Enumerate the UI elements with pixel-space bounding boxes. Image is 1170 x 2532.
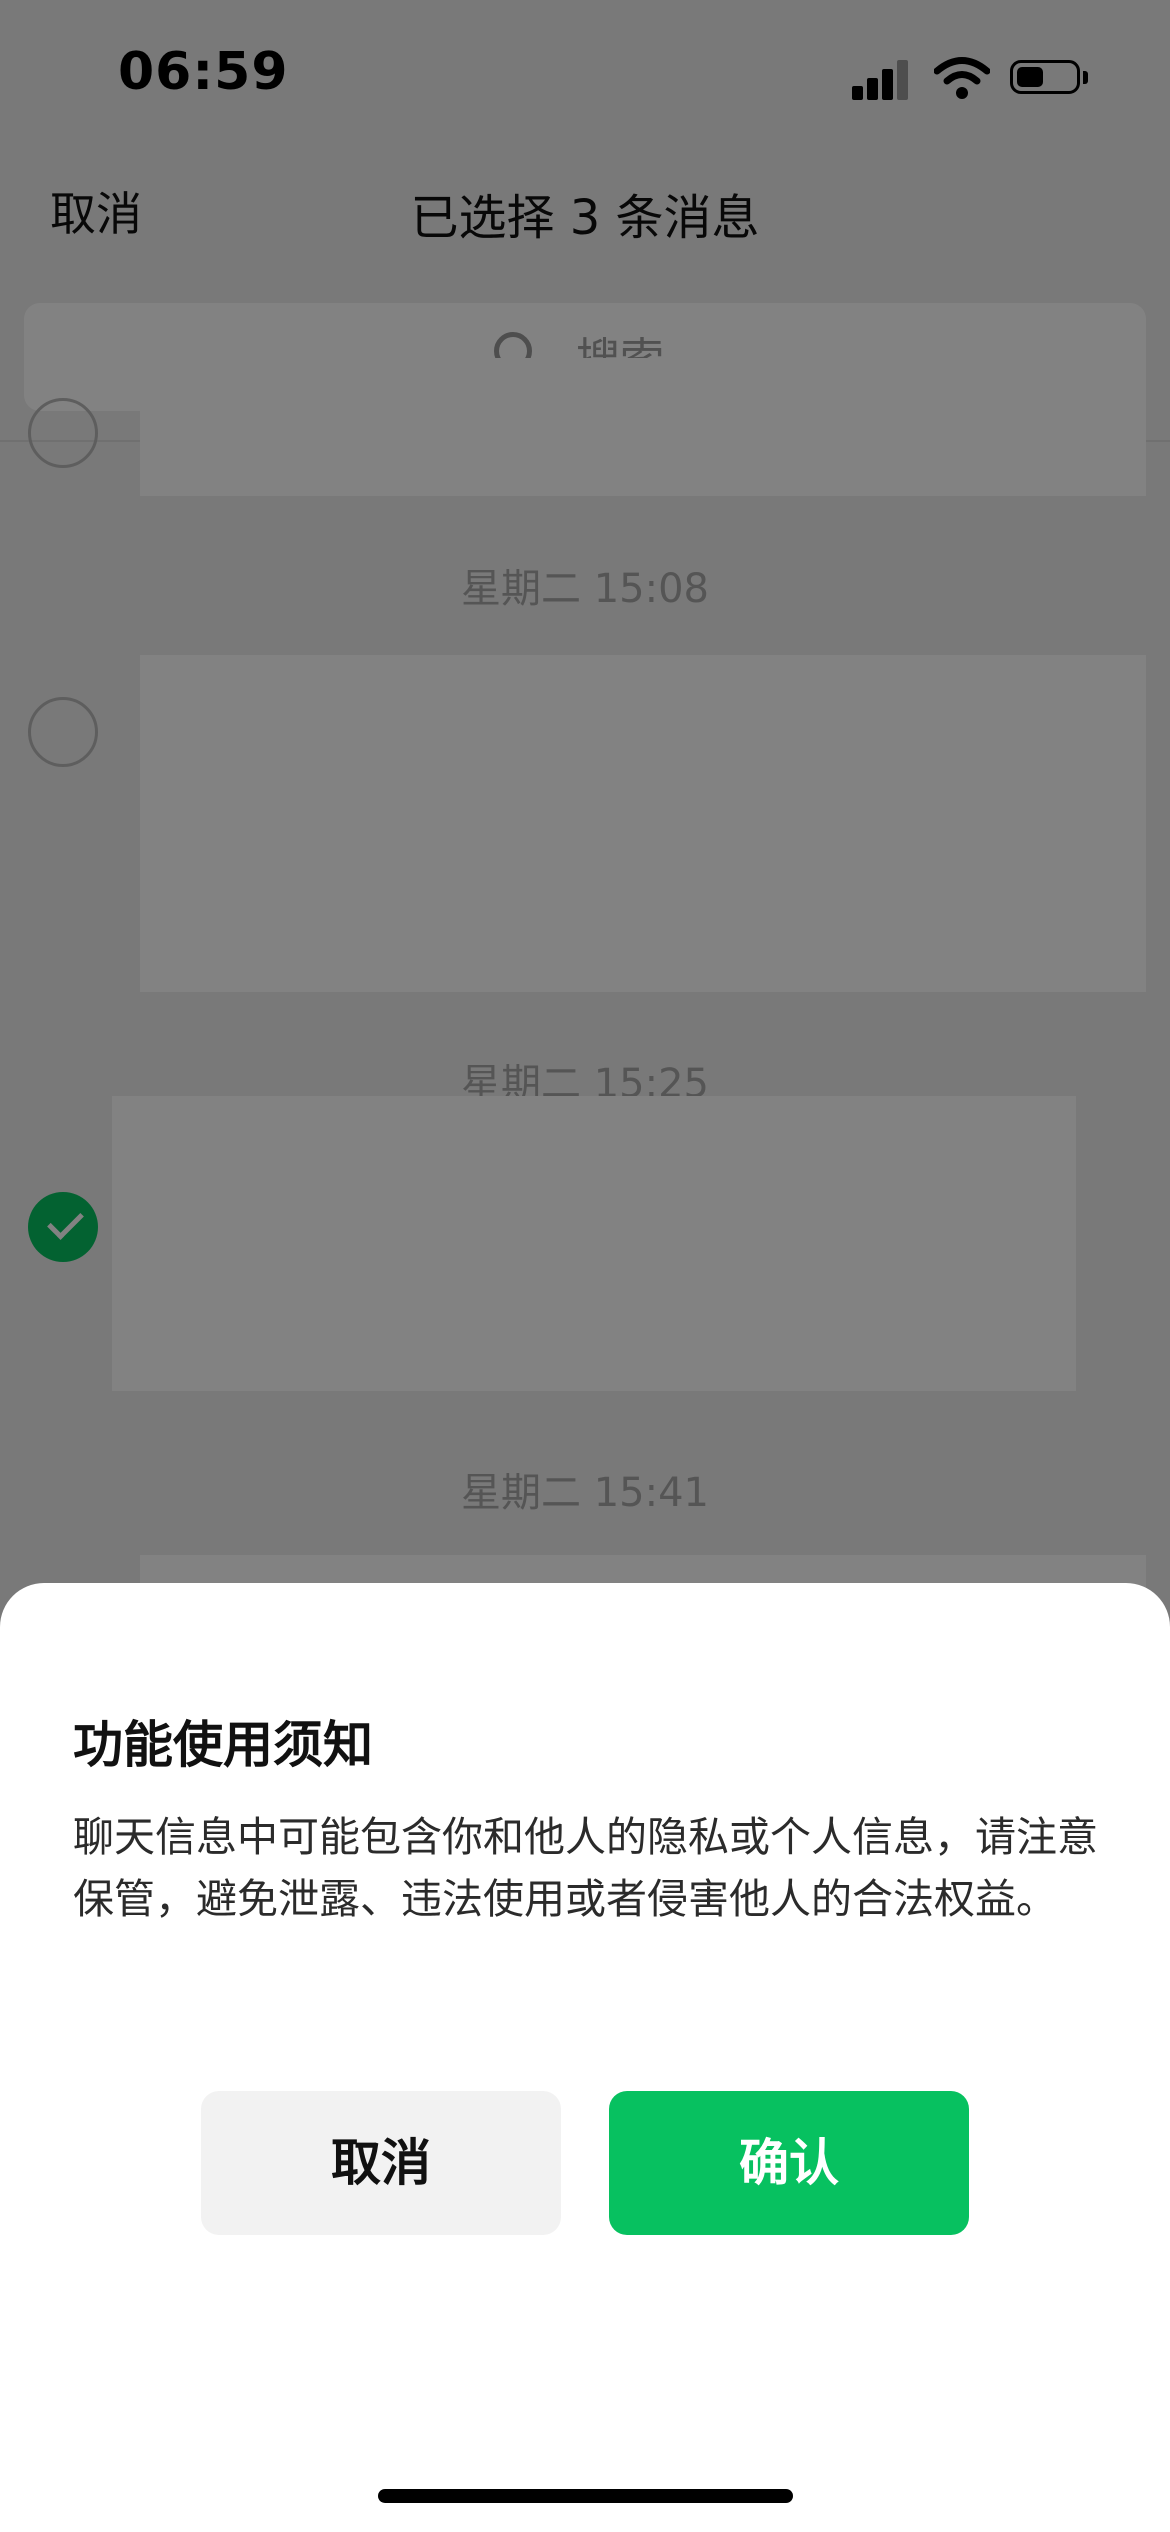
confirm-button[interactable]: 确认 (609, 2091, 969, 2235)
notice-body: 聊天信息中可能包含你和他人的隐私或个人信息，请注意保管，避免泄露、违法使用或者侵… (73, 1813, 1098, 1923)
cancel-button[interactable]: 取消 (201, 2091, 561, 2235)
home-indicator[interactable] (378, 2489, 793, 2503)
notice-title: 功能使用须知 (73, 1716, 373, 1774)
